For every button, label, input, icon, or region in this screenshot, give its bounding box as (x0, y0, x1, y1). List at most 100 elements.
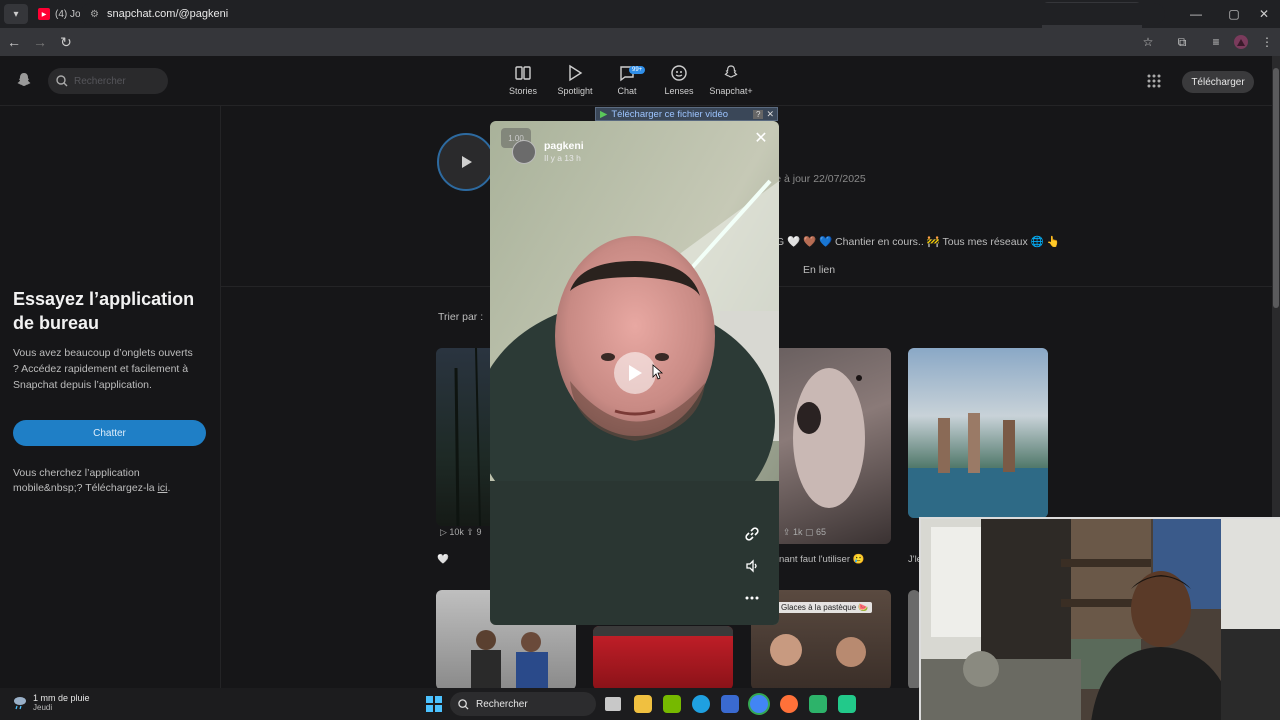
thumb-caption: 🤍 (437, 554, 449, 565)
download-video-icon: ▶ (600, 108, 608, 120)
chat-badge: 99+ (629, 66, 646, 74)
taskbar-search-label: Rechercher (476, 698, 528, 710)
whatsapp-icon[interactable] (838, 695, 856, 713)
close-download-bar-icon[interactable]: ✕ (763, 109, 777, 120)
spotlight-thumb[interactable] (593, 626, 733, 688)
nav-lenses[interactable]: Lenses (651, 64, 707, 104)
ellipsis-glyph (745, 596, 759, 600)
mask-thumb-image (793, 368, 865, 508)
minimize-button[interactable]: — (1176, 0, 1216, 28)
mobile-download-link[interactable]: ici (158, 482, 168, 494)
promo-text: Vous avez beaucoup d’onglets ouverts ? A… (13, 347, 193, 391)
youtube-icon: ▶ (38, 8, 50, 20)
promo-mobile: Vous cherchez l’application mobile&nbsp;… (13, 466, 203, 496)
webcam-overlay (919, 517, 1280, 720)
spotlight-play-icon (569, 64, 583, 82)
apps-grid-icon[interactable] (1146, 73, 1162, 89)
thumb-stats: ⇪ 1k ▢ 65 (783, 527, 827, 537)
scrollbar-thumb[interactable] (1273, 68, 1279, 308)
nav-stories-label: Stories (508, 86, 537, 96)
link-chain-glyph (745, 527, 759, 541)
red-thumb-image (593, 626, 733, 636)
snap-search-box[interactable] (48, 68, 168, 94)
play-icon (629, 365, 642, 381)
forward-button[interactable]: → (28, 30, 52, 54)
close-viewer-icon[interactable]: ✕ (752, 129, 770, 147)
help-icon[interactable]: ? (753, 109, 764, 119)
edge-icon[interactable] (692, 695, 710, 713)
play-button[interactable] (614, 352, 656, 394)
nav-spotlight-label: Spotlight (557, 86, 593, 96)
profile-avatar[interactable] (437, 133, 495, 191)
taskbar-search[interactable]: Rechercher (450, 692, 596, 716)
nvidia-icon[interactable] (663, 695, 681, 713)
app-icon[interactable] (809, 695, 827, 713)
nav-stories[interactable]: Stories (495, 64, 551, 104)
snap-search-input[interactable] (74, 75, 154, 87)
windows-start-icon[interactable] (426, 696, 442, 712)
thumb-stats: ▷ 10k ⇪ 9 (440, 527, 482, 537)
snapchat-ghost-icon[interactable] (16, 72, 32, 88)
download-video-label: Télécharger ce fichier vidéo (611, 108, 729, 120)
close-window-button[interactable]: ✕ (1244, 0, 1280, 28)
nav-spotlight[interactable]: Spotlight (547, 64, 603, 104)
menu-icon[interactable]: ⋮ (1255, 30, 1279, 54)
back-button[interactable]: ← (2, 30, 26, 54)
windows-taskbar: 1 mm de pluie Jeudi Rechercher (0, 688, 919, 720)
tab-search-button[interactable]: ▾ (4, 4, 28, 24)
firefox-icon[interactable] (780, 695, 798, 713)
nav-chat[interactable]: 99+ Chat (599, 64, 655, 104)
url-text: snapchat.com/@pagkeni (106, 8, 229, 20)
reload-button[interactable]: ↻ (54, 30, 78, 54)
site-info-icon[interactable]: ⚙ (90, 9, 99, 20)
weather-widget[interactable]: 1 mm de pluie Jeudi (12, 693, 90, 712)
profile-avatar-icon (1234, 35, 1248, 49)
stories-icon (515, 66, 531, 80)
viewer-username[interactable]: pagkeni (544, 140, 584, 152)
tab-en-lien[interactable]: En lien (803, 264, 835, 276)
spotlight-thumb[interactable] (908, 348, 1048, 518)
download-button[interactable]: Télécharger (1182, 71, 1254, 93)
toolbar: ← → ↻ (0, 28, 1280, 56)
weather-line1: 1 mm de pluie (33, 693, 90, 703)
chrome-icon[interactable] (750, 695, 768, 713)
profile-bio: G 🤍 🤎 💙 Chantier en cours.. 🚧 Tous mes r… (776, 236, 1060, 248)
sidebar-divider (220, 106, 221, 688)
promo-mobile-suffix: . (167, 482, 171, 494)
weather-line2: Jeudi (33, 703, 53, 712)
extensions-icon[interactable]: ⧉ (1170, 30, 1194, 54)
spotlight-thumb[interactable] (779, 348, 891, 544)
download-video-bar[interactable]: ▶ Télécharger ce fichier vidéo ? ✕ (595, 107, 778, 121)
nav-snapchat-plus[interactable]: Snapchat+ (703, 64, 759, 104)
chat-button[interactable]: Chatter (13, 420, 206, 446)
thumb-overlay-text: Glaces à la pastèque 🍉 (777, 602, 873, 613)
snapchat-plus-icon (724, 65, 738, 78)
nav-snapchat-plus-label: Snapchat+ (709, 86, 753, 96)
promo-title: Essayez l’application de bureau (13, 289, 195, 333)
more-options-icon[interactable] (743, 589, 761, 607)
play-icon (462, 156, 472, 168)
nav-chat-label: Chat (617, 86, 637, 96)
mouse-cursor-icon (652, 364, 664, 380)
volume-icon[interactable] (743, 557, 761, 575)
sort-label: Trier par : (438, 311, 484, 323)
promo-mobile-text: Vous cherchez l’application mobile&nbsp;… (13, 467, 158, 494)
lenses-icon (671, 65, 687, 81)
task-view-icon[interactable] (605, 697, 621, 711)
file-explorer-icon[interactable] (634, 695, 652, 713)
viewer-timestamp: Il y a 13 h (544, 153, 581, 163)
link-icon[interactable] (743, 525, 761, 543)
media-control-icon[interactable]: ≡ (1204, 30, 1228, 54)
speaker-glyph (746, 559, 757, 573)
pool-thumb-image (908, 413, 1048, 518)
store-icon[interactable] (721, 695, 739, 713)
nav-lenses-label: Lenses (664, 86, 694, 96)
snap-header: Stories Spotlight 99+ Chat Lenses Snapch… (0, 56, 1272, 106)
viewer-avatar[interactable] (512, 140, 536, 164)
search-icon (56, 75, 68, 87)
address-bar[interactable]: ⚙ snapchat.com/@pagkeni (80, 3, 1165, 25)
weather-text: 1 mm de pluie Jeudi (33, 693, 90, 712)
bookmark-star-icon[interactable]: ☆ (1136, 30, 1160, 54)
profile-icon[interactable] (1229, 30, 1253, 54)
thumb-caption: nant faut l'utiliser 🥲 (779, 554, 865, 565)
